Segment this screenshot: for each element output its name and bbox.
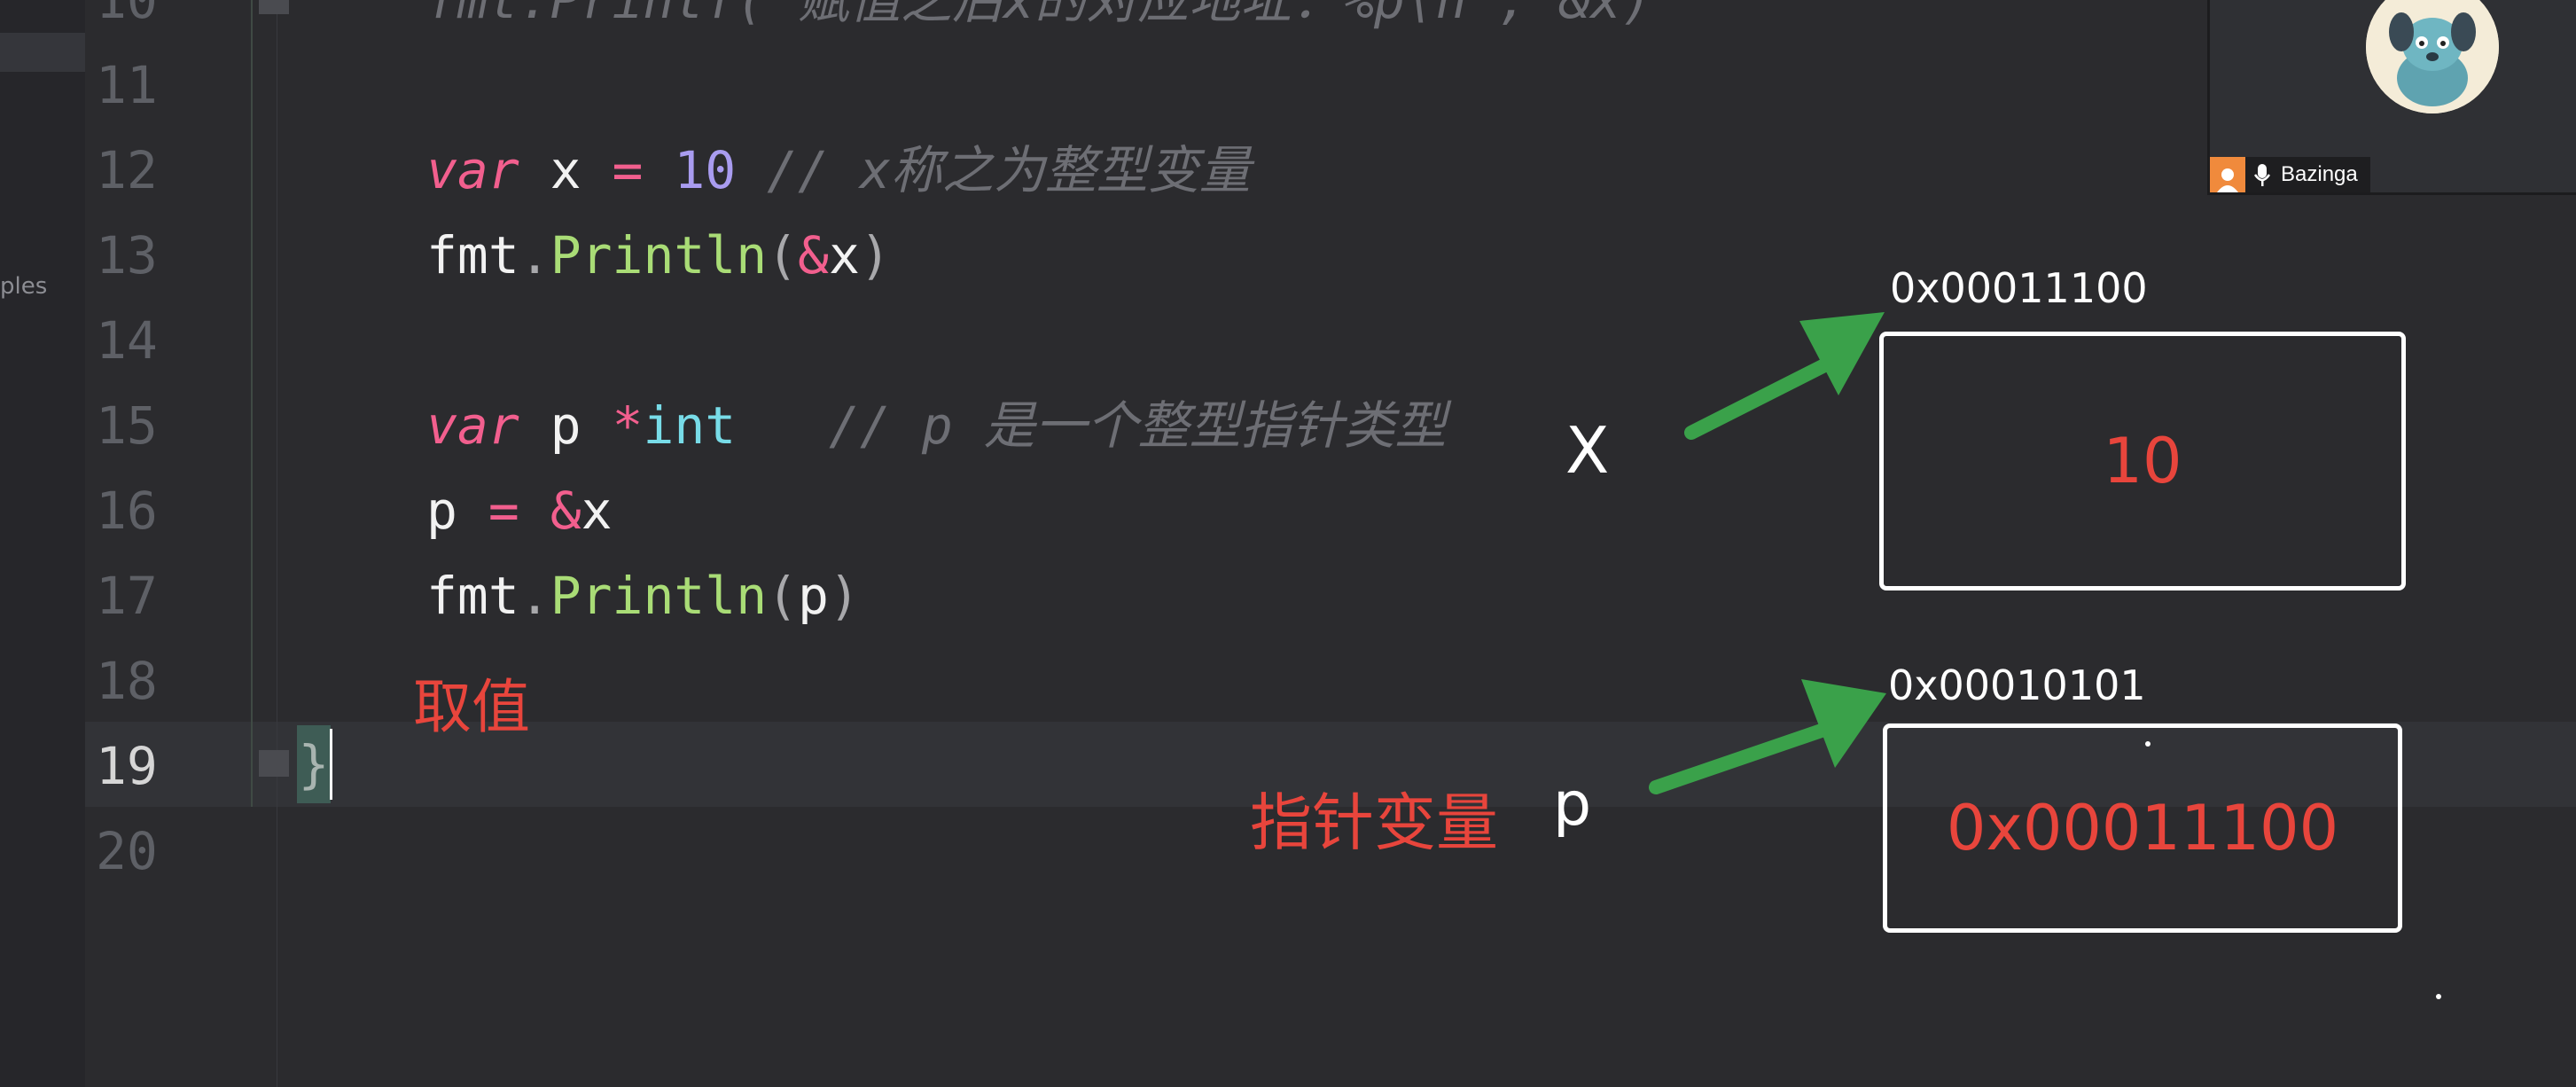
participant-name-tag: Bazinga [2210, 157, 2370, 192]
annotation-arrows [1649, 312, 1886, 794]
person-icon [2210, 157, 2245, 192]
stray-dot [2436, 994, 2441, 999]
stray-dot [2145, 741, 2151, 747]
microphone-icon[interactable] [2252, 162, 2272, 187]
avatar [2366, 0, 2499, 113]
arrow-to-p-box [1649, 679, 1886, 794]
video-tile[interactable]: Bazinga [2207, 0, 2576, 195]
dog-avatar-icon [2366, 0, 2499, 113]
participant-name: Bazinga [2281, 162, 2358, 186]
arrow-to-x-box [1684, 312, 1885, 440]
